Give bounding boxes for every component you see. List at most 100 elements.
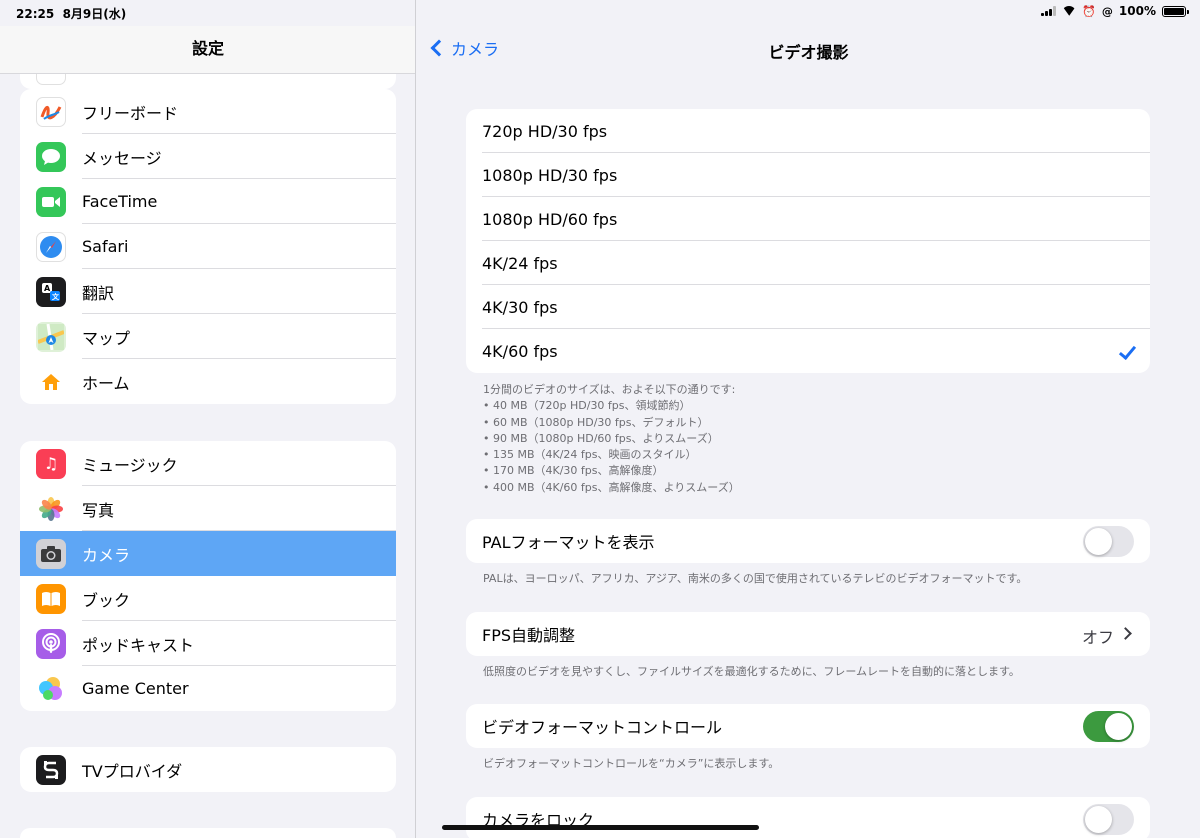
sidebar-item-maps[interactable]: マップ (20, 314, 396, 359)
photos-icon (36, 493, 66, 524)
sidebar-item-messages[interactable]: メッセージ (20, 134, 396, 179)
video-format-control-row: ビデオフォーマットコントロール (466, 704, 1150, 748)
fps-auto-value: オフ (1081, 628, 1114, 647)
format-options-list: 720p HD/30 fps 1080p HD/30 fps 1080p HD/… (466, 109, 1150, 373)
status-bar: 22:25 8月9日(水) ⏰ @ 100% (0, 0, 1200, 26)
pal-format-card: PALフォーマットを表示 (466, 519, 1150, 563)
pal-format-toggle[interactable] (1083, 526, 1134, 557)
chevron-right-icon (1119, 627, 1132, 640)
sidebar-item-label: カメラ (82, 545, 131, 565)
footer-line: • 90 MB（1080p HD/60 fps、よりスムーズ） (483, 431, 719, 445)
battery-icon (1162, 5, 1189, 17)
sidebar-group-apps: フリーボード メッセージ FaceTime Safari A文 翻訳 マップ ホ… (20, 89, 396, 404)
video-recording-panel: カメラ ビデオ撮影 720p HD/30 fps 1080p HD/30 fps… (417, 0, 1200, 838)
pal-format-label: PALフォーマットを表示 (482, 533, 655, 552)
game-center-icon (36, 673, 66, 704)
svg-text:文: 文 (52, 292, 60, 301)
footer-line: • 135 MB（4K/24 fps、映画のスタイル） (483, 448, 697, 462)
alarm-icon: ⏰ (1082, 4, 1096, 18)
sidebar-item-safari[interactable]: Safari (20, 224, 396, 269)
translate-icon: A文 (36, 276, 66, 307)
sidebar-item-home[interactable]: ホーム (20, 359, 396, 404)
freeform-icon (36, 96, 66, 127)
sidebar-item-label: ポッドキャスト (82, 635, 195, 655)
sidebar-item-label: メッセージ (82, 148, 162, 168)
cellular-signal-icon (1041, 6, 1057, 16)
sidebar-item-label: Game Center (82, 679, 189, 698)
home-indicator[interactable] (442, 825, 759, 830)
podcasts-icon (36, 628, 66, 659)
home-icon (36, 366, 66, 397)
sidebar-item-label: 写真 (82, 500, 115, 520)
format-option-label: 1080p HD/60 fps (482, 209, 618, 229)
footer-line: • 170 MB（4K/30 fps、高解像度） (483, 464, 664, 478)
sidebar-item-label: TVプロバイダ (82, 761, 183, 781)
camera-icon (36, 538, 66, 569)
sidebar-group-bottom-partial (20, 828, 396, 838)
clock-date: 8月9日(水) (62, 7, 127, 21)
sidebar-item-label: マップ (82, 328, 131, 348)
sidebar-header: 設定 (0, 26, 415, 74)
format-option-label: 4K/30 fps (482, 297, 558, 317)
sidebar-item-camera[interactable]: カメラ (20, 531, 396, 576)
footer-line: 1分間のビデオのサイズは、およそ以下の通りです: (483, 383, 736, 396)
fps-auto-card: FPS自動調整 オフ (466, 612, 1150, 656)
checkmark-icon (1118, 341, 1137, 361)
format-option-720p30[interactable]: 720p HD/30 fps (466, 109, 1150, 153)
sidebar-title: 設定 (191, 39, 224, 58)
sidebar-item-music[interactable]: ♫ ミュージック (20, 441, 396, 486)
sidebar-item-label: ホーム (82, 373, 130, 393)
status-time: 22:25 8月9日(水) (16, 5, 126, 22)
sidebar-item-freeform[interactable]: フリーボード (20, 89, 396, 134)
maps-icon (36, 321, 66, 352)
format-option-4k24[interactable]: 4K/24 fps (466, 241, 1150, 285)
video-format-control-card: ビデオフォーマットコントロール (466, 704, 1150, 748)
sidebar-item-label: フリーボード (82, 103, 179, 123)
format-option-label: 720p HD/30 fps (482, 121, 608, 141)
format-option-4k60[interactable]: 4K/60 fps (466, 329, 1150, 373)
sidebar-item-translate[interactable]: A文 翻訳 (20, 269, 396, 314)
sidebar-item-facetime[interactable]: FaceTime (20, 179, 396, 224)
clock-time: 22:25 (16, 7, 55, 21)
wifi-icon (1062, 6, 1076, 16)
video-format-control-footer: ビデオフォーマットコントロールを“カメラ”に表示します。 (483, 757, 780, 770)
format-option-label: 1080p HD/30 fps (482, 165, 618, 185)
status-icons: ⏰ @ 100% (1041, 4, 1189, 18)
sidebar-item-books[interactable]: ブック (20, 576, 396, 621)
format-size-footer: 1分間のビデオのサイズは、およそ以下の通りです: • 40 MB（720p HD… (483, 382, 1163, 496)
lock-camera-card: カメラをロック (466, 797, 1150, 838)
facetime-icon (36, 186, 66, 217)
fps-auto-label: FPS自動調整 (482, 626, 576, 645)
sidebar-group-media: ♫ ミュージック 写真 カメラ ブック ポッドキャスト Game Center (20, 441, 396, 711)
safari-icon (36, 231, 66, 262)
music-icon: ♫ (36, 448, 66, 479)
pal-format-row: PALフォーマットを表示 (466, 519, 1150, 563)
sidebar-item-label: ミュージック (82, 455, 178, 475)
svg-text:A: A (44, 284, 51, 293)
sidebar-item-label: Safari (82, 237, 129, 256)
sidebar-item-label: ブック (82, 590, 131, 610)
partial-app-icon (36, 73, 66, 85)
sidebar-group-tv: TVプロバイダ (20, 747, 396, 792)
format-option-1080p60[interactable]: 1080p HD/60 fps (466, 197, 1150, 241)
sidebar-item-tv-provider[interactable]: TVプロバイダ (20, 747, 396, 792)
orientation-lock-icon: @ (1101, 4, 1113, 18)
settings-sidebar: 設定 フリーボード メッセージ FaceTime Safari A 文 翻訳 マ… (0, 0, 416, 838)
books-icon (36, 583, 66, 614)
sidebar-item-label: 翻訳 (82, 283, 115, 303)
tv-provider-icon (36, 754, 66, 785)
messages-icon (36, 141, 66, 172)
video-format-control-toggle[interactable] (1083, 711, 1134, 742)
sidebar-item-game-center[interactable]: Game Center (20, 666, 396, 711)
footer-line: • 40 MB（720p HD/30 fps、領域節約） (483, 399, 691, 413)
pal-format-footer: PALは、ヨーロッパ、アフリカ、アジア、南米の多くの国で使用されているテレビのビ… (483, 572, 1028, 585)
format-option-1080p30[interactable]: 1080p HD/30 fps (466, 153, 1150, 197)
page-title: ビデオ撮影 (768, 43, 849, 62)
video-format-control-label: ビデオフォーマットコントロール (482, 718, 723, 737)
sidebar-item-podcasts[interactable]: ポッドキャスト (20, 621, 396, 666)
lock-camera-toggle[interactable] (1083, 804, 1134, 835)
format-option-4k30[interactable]: 4K/30 fps (466, 285, 1150, 329)
fps-auto-row[interactable]: FPS自動調整 オフ (466, 612, 1150, 656)
format-option-label: 4K/24 fps (482, 253, 558, 273)
sidebar-item-photos[interactable]: 写真 (20, 486, 396, 531)
